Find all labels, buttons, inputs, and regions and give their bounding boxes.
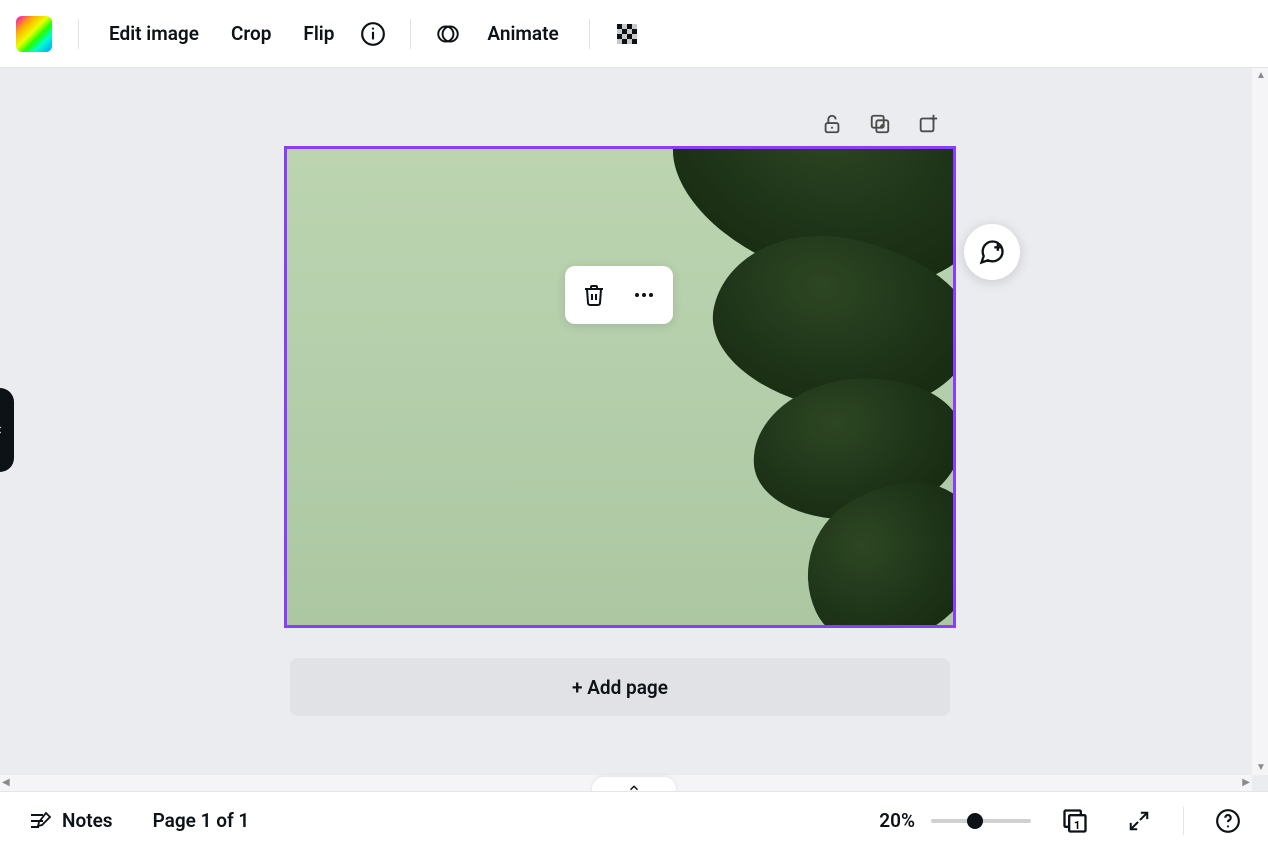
lock-page-button[interactable] [820,112,844,136]
comment-plus-icon [978,238,1006,266]
zoom-controls: 20% [879,809,1031,832]
help-icon [1215,808,1241,834]
notes-icon [28,809,52,833]
color-picker-swatch[interactable] [16,16,52,52]
ai-assist-button[interactable] [964,224,1020,280]
page-count-badge: 1 [1074,819,1080,832]
edit-image-button[interactable]: Edit image [95,14,213,53]
canvas-image[interactable] [287,149,953,625]
chevron-up-icon [627,781,641,791]
help-button[interactable] [1208,801,1248,841]
chevron-left-icon [0,424,5,436]
duplicate-icon [869,113,891,135]
info-icon [360,21,386,47]
transparency-button[interactable] [606,13,648,55]
scroll-up-arrow-icon: ▲ [1256,70,1266,81]
info-button[interactable] [352,13,394,55]
pages-drawer-handle[interactable] [592,777,676,791]
vertical-scrollbar[interactable]: ▲ ▼ [1252,68,1268,775]
expand-icon [1128,810,1150,832]
fullscreen-button[interactable] [1119,801,1159,841]
bottombar-divider [1183,807,1184,835]
toolbar-divider [410,19,411,49]
page-action-icons [820,112,940,136]
more-options-button[interactable] [623,274,665,316]
scroll-right-arrow-icon: ▶ [1242,777,1250,788]
zoom-slider[interactable] [931,819,1031,823]
scroll-left-arrow-icon: ◀ [2,777,10,788]
toolbar-divider [78,19,79,49]
grid-view-button[interactable]: 1 [1055,801,1095,841]
delete-button[interactable] [573,274,615,316]
animate-button[interactable]: Animate [473,14,572,53]
canvas-selection[interactable] [284,146,956,628]
scroll-down-arrow-icon: ▼ [1256,762,1266,773]
circles-icon [435,21,461,47]
bottom-bar: Notes Page 1 of 1 20% 1 [0,791,1268,849]
add-page-button[interactable]: + Add page [290,658,950,716]
trash-icon [582,283,606,307]
zoom-value[interactable]: 20% [879,809,915,832]
notes-label: Notes [62,809,113,832]
crop-button[interactable]: Crop [217,14,285,53]
workspace: + Add page ▲ ▼ ◀ ▶ [0,68,1268,791]
effects-button[interactable] [427,13,469,55]
add-new-page-button[interactable] [916,112,940,136]
more-horizontal-icon [632,283,656,307]
page-indicator[interactable]: Page 1 of 1 [145,803,258,838]
floating-context-toolbar [565,266,673,324]
flip-button[interactable]: Flip [289,14,348,53]
notes-button[interactable]: Notes [20,803,121,839]
duplicate-page-button[interactable] [868,112,892,136]
toolbar-divider [589,19,590,49]
new-page-icon [917,113,939,135]
sidebar-collapse-handle[interactable] [0,388,14,472]
top-toolbar: Edit image Crop Flip Animate [0,0,1268,68]
unlock-icon [821,113,843,135]
zoom-slider-knob[interactable] [967,813,983,829]
checkerboard-icon [615,22,639,46]
